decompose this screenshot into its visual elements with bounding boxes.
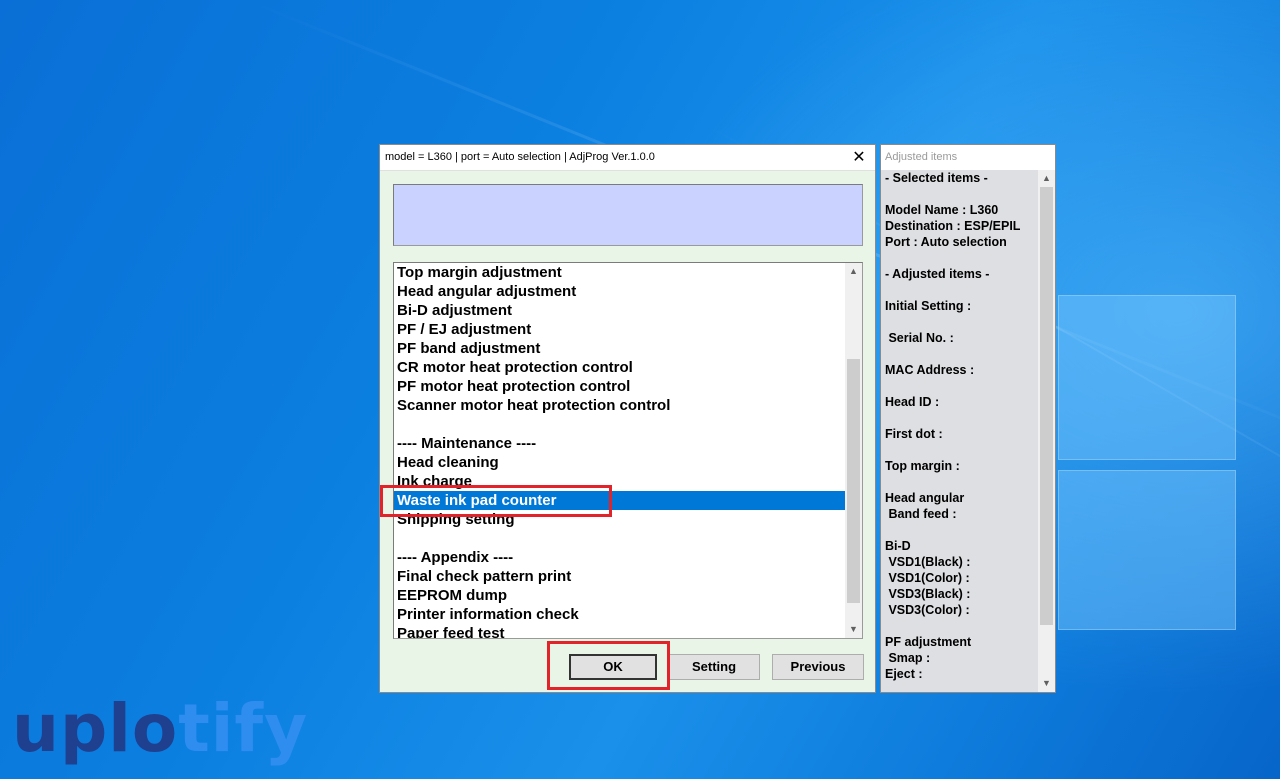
function-list-items: Top margin adjustment Head angular adjust… — [394, 263, 846, 638]
function-list[interactable]: Top margin adjustment Head angular adjust… — [393, 262, 863, 639]
panel-line — [881, 618, 1039, 634]
panel-line — [881, 282, 1039, 298]
panel-line: PF adjustment — [885, 635, 972, 649]
panel-line: Head ID : — [885, 395, 940, 409]
panel-line: VSD3(Black) : — [885, 587, 971, 601]
panel-line — [881, 522, 1039, 538]
scroll-down-icon[interactable]: ▼ — [1038, 675, 1055, 692]
list-item[interactable]: CR motor heat protection control — [394, 358, 846, 377]
panel-line — [881, 474, 1039, 490]
panel-scrollbar-thumb[interactable] — [1040, 187, 1053, 625]
panel-line: Band feed : — [885, 507, 957, 521]
panel-line: MAC Address : — [885, 363, 975, 377]
list-spacer — [394, 529, 846, 548]
panel-line: Bi-D — [885, 539, 911, 553]
list-item[interactable]: Shipping setting — [394, 510, 846, 529]
scrollbar-thumb[interactable] — [847, 359, 860, 603]
adjusted-items-panel: Adjusted items - Selected items - Model N… — [880, 144, 1056, 693]
panel-line: Destination : ESP/EPIL — [885, 219, 1021, 233]
list-item[interactable]: Paper feed test — [394, 624, 846, 638]
scroll-up-icon[interactable]: ▲ — [845, 263, 862, 280]
list-item[interactable]: Scanner motor heat protection control — [394, 396, 846, 415]
list-item[interactable]: ---- Appendix ---- — [394, 548, 846, 567]
panel-line: First dot : — [885, 427, 943, 441]
windows-logo-icon — [1058, 285, 1280, 665]
list-scrollbar[interactable]: ▲ ▼ — [845, 263, 862, 638]
list-spacer — [394, 415, 846, 434]
panel-content: - Selected items - Model Name : L360 Desti… — [881, 170, 1039, 692]
panel-line — [881, 250, 1039, 266]
list-item[interactable]: ---- Maintenance ---- — [394, 434, 846, 453]
watermark-part-2: tify — [178, 690, 309, 767]
panel-line — [881, 314, 1039, 330]
panel-line — [881, 186, 1039, 202]
list-item[interactable]: Final check pattern print — [394, 567, 846, 586]
panel-title: Adjusted items — [881, 145, 1055, 170]
panel-line: Smap : — [885, 651, 931, 665]
list-item[interactable]: Top margin adjustment — [394, 263, 846, 282]
watermark-part-1: uplo — [12, 690, 179, 767]
list-item[interactable]: PF / EJ adjustment — [394, 320, 846, 339]
panel-line: Model Name : L360 — [885, 203, 999, 217]
adjprog-dialog: model = L360 | port = Auto selection | A… — [379, 144, 876, 693]
panel-line — [881, 346, 1039, 362]
panel-line: VSD1(Color) : — [885, 571, 970, 585]
panel-line: Eject : — [885, 667, 923, 681]
list-item[interactable]: EEPROM dump — [394, 586, 846, 605]
panel-line: - Selected items - — [885, 171, 988, 185]
panel-line: - Adjusted items - — [885, 267, 990, 281]
panel-line — [881, 442, 1039, 458]
panel-line: Port : Auto selection — [885, 235, 1007, 249]
uplotify-watermark-logo: uplotify — [12, 690, 308, 767]
list-item[interactable]: Waste ink pad counter — [394, 491, 846, 510]
panel-line: Top margin : — [885, 459, 960, 473]
list-item[interactable]: Head cleaning — [394, 453, 846, 472]
scroll-up-icon[interactable]: ▲ — [1038, 170, 1055, 187]
list-item[interactable]: Head angular adjustment — [394, 282, 846, 301]
ok-button[interactable]: OK — [569, 654, 657, 680]
panel-scrollbar[interactable]: ▲ ▼ — [1038, 170, 1055, 692]
panel-line: Head angular — [885, 491, 965, 505]
setting-button[interactable]: Setting — [668, 654, 760, 680]
panel-line — [881, 378, 1039, 394]
dialog-title: model = L360 | port = Auto selection | A… — [385, 151, 655, 163]
previous-button[interactable]: Previous — [772, 654, 864, 680]
panel-line: VSD3(Color) : — [885, 603, 970, 617]
list-item[interactable]: PF band adjustment — [394, 339, 846, 358]
message-box — [393, 184, 863, 246]
panel-line: VSD1(Black) : — [885, 555, 971, 569]
panel-line: Serial No. : — [885, 331, 954, 345]
dialog-titlebar: model = L360 | port = Auto selection | A… — [380, 145, 875, 171]
panel-line — [881, 410, 1039, 426]
list-item[interactable]: Bi-D adjustment — [394, 301, 846, 320]
list-item[interactable]: Ink charge — [394, 472, 846, 491]
list-item[interactable]: PF motor heat protection control — [394, 377, 846, 396]
panel-line: Initial Setting : — [885, 299, 972, 313]
list-item[interactable]: Printer information check — [394, 605, 846, 624]
close-icon[interactable]: ✕ — [849, 148, 869, 168]
scroll-down-icon[interactable]: ▼ — [845, 621, 862, 638]
